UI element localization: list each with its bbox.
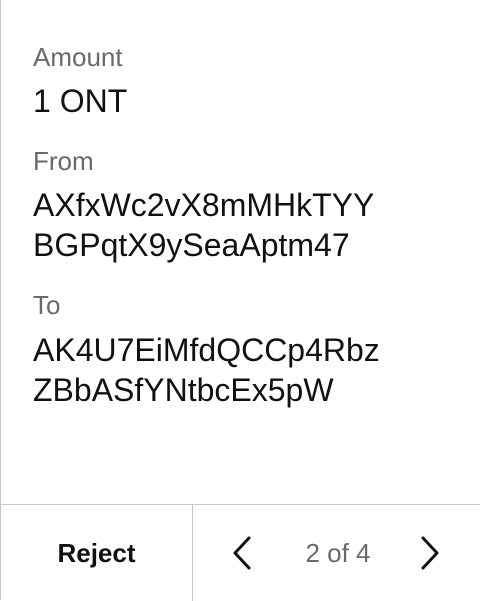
transaction-review-screen: Amount 1 ONT From AXfxWc2vX8mMHkTYY BGPq…: [0, 0, 480, 601]
from-address-line1: AXfxWc2vX8mMHkTYY: [33, 187, 375, 223]
from-label: From: [33, 146, 94, 176]
to-address-line2: ZBbASfYNtbcEx5pW: [33, 372, 334, 408]
amount-value: 1 ONT: [33, 83, 128, 119]
amount-label: Amount: [33, 42, 123, 72]
chevron-right-icon[interactable]: [413, 535, 447, 571]
page-navigator: 2 of 4: [193, 505, 480, 601]
chevron-left-icon[interactable]: [225, 535, 259, 571]
action-footer: Reject 2 of 4: [1, 504, 480, 601]
from-address-line2: BGPqtX9ySeaAptm47: [33, 227, 350, 263]
page-indicator: 2 of 4: [305, 538, 371, 568]
to-label: To: [33, 290, 61, 320]
reject-button[interactable]: Reject: [1, 505, 193, 601]
to-address-line1: AK4U7EiMfdQCCp4Rbz: [33, 332, 380, 368]
